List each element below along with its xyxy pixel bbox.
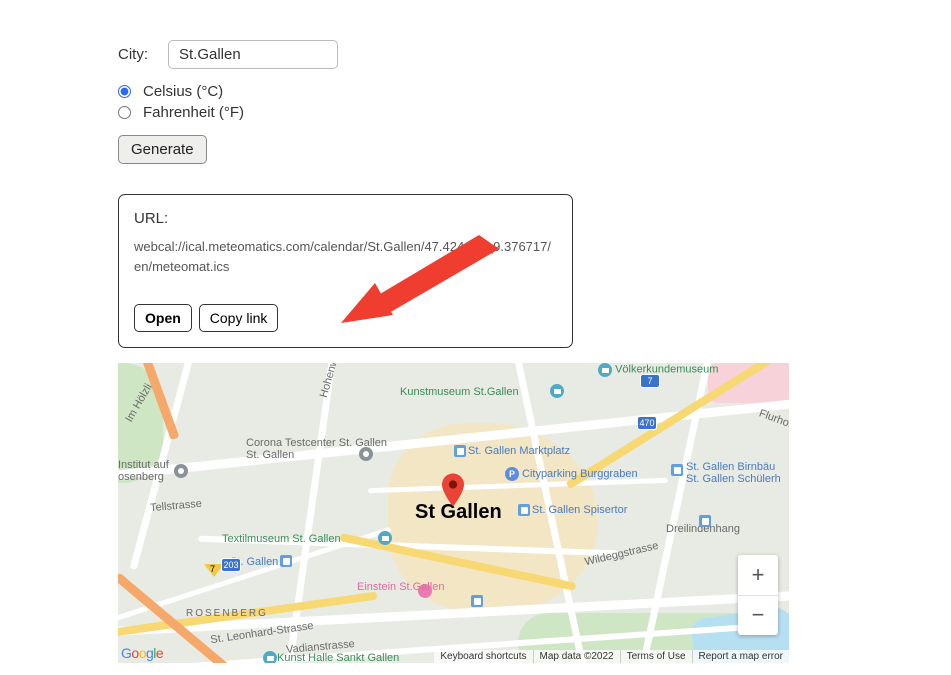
map-footer: Keyboard shortcuts Map data ©2022 Terms …	[434, 650, 789, 663]
generate-button[interactable]: Generate	[118, 135, 207, 164]
road-shield-2: 7	[640, 374, 660, 388]
pin-icon	[359, 447, 373, 461]
label-institut: Institut auf	[118, 459, 169, 471]
poi-marktplatz[interactable]: St. Gallen Marktplatz	[468, 445, 570, 457]
radio-celsius-input[interactable]	[118, 85, 131, 98]
open-button[interactable]: Open	[134, 304, 192, 332]
radio-fahrenheit[interactable]: Fahrenheit (°F)	[118, 104, 788, 121]
zoom-out-button[interactable]: −	[738, 596, 778, 636]
city-input[interactable]	[168, 40, 338, 69]
museum-icon	[550, 384, 564, 398]
keyboard-shortcuts-link[interactable]: Keyboard shortcuts	[434, 650, 532, 663]
road-shield: 470	[637, 416, 657, 430]
report-error-link[interactable]: Report a map error	[692, 650, 789, 663]
poi-textil[interactable]: Textilmuseum St. Gallen	[222, 533, 341, 545]
label-rosenberg: ROSENBERG	[186, 608, 268, 619]
label-institut2: osenberg	[118, 471, 164, 483]
url-label: URL:	[134, 210, 557, 227]
unit-radio-group: Celsius (°C) Fahrenheit (°F)	[118, 83, 788, 121]
transit-icon	[454, 445, 466, 457]
poi-kunstmuseum[interactable]: Kunstmuseum St.Gallen	[400, 386, 519, 398]
radio-celsius[interactable]: Celsius (°C)	[118, 83, 788, 100]
pin-icon-2	[174, 464, 188, 478]
zoom-control: + −	[738, 555, 778, 635]
museum-icon-3	[263, 651, 277, 663]
terms-link[interactable]: Terms of Use	[620, 650, 692, 663]
transit-icon-4	[280, 555, 292, 567]
map-data-label: Map data ©2022	[533, 650, 620, 663]
road-shield-3: 203	[221, 558, 241, 572]
radio-fahrenheit-label: Fahrenheit (°F)	[143, 104, 244, 121]
radio-fahrenheit-input[interactable]	[118, 106, 131, 119]
url-panel: URL: webcal://ical.meteomatics.com/calen…	[118, 194, 573, 348]
poi-kunsthalle[interactable]: Kunst Halle Sankt Gallen	[277, 652, 399, 663]
radio-celsius-label: Celsius (°C)	[143, 83, 223, 100]
poi-birn[interactable]: St. Gallen Birnbäu	[686, 461, 775, 473]
poi-einstein[interactable]: Einstein St.Gallen	[357, 581, 444, 593]
poi-spisertor[interactable]: St. Gallen Spisertor	[532, 504, 627, 516]
transit-icon-2	[671, 464, 683, 476]
poi-schuler[interactable]: St. Gallen Schülerh	[686, 473, 781, 485]
transit-icon-3	[518, 504, 530, 516]
map[interactable]: Völkerkundemuseum Kunstmuseum St.Gallen …	[118, 363, 789, 663]
zoom-in-button[interactable]: +	[738, 555, 778, 595]
museum-icon-2	[378, 531, 392, 545]
transit-icon-6	[699, 515, 711, 527]
poi-cityparking[interactable]: Cityparking Burggraben	[522, 468, 638, 480]
city-label: City:	[118, 46, 148, 63]
copy-link-button[interactable]: Copy link	[199, 304, 279, 332]
google-logo: Google	[121, 645, 163, 661]
map-marker-icon	[442, 473, 464, 507]
parking-icon: P	[505, 467, 519, 481]
url-text: webcal://ical.meteomatics.com/calendar/S…	[134, 237, 557, 276]
transit-icon-5	[471, 595, 483, 607]
